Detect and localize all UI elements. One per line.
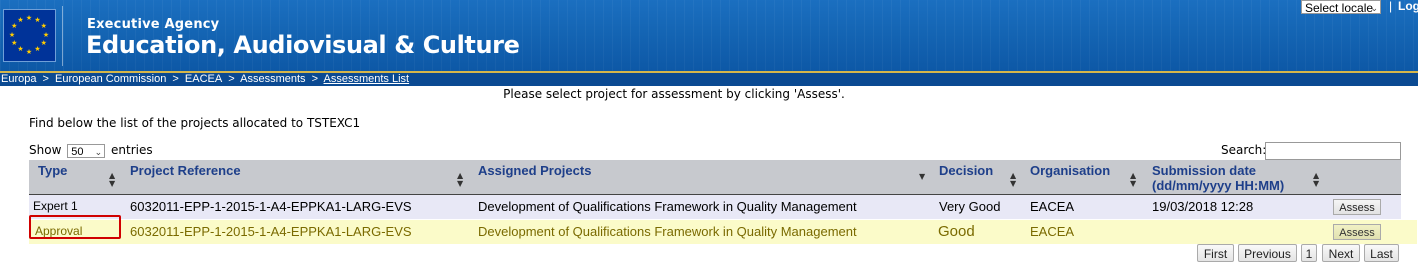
entries-label: entries bbox=[111, 143, 153, 157]
breadcrumb-bar: Europa > European Commission > EACEA > A… bbox=[0, 71, 1418, 86]
assess-button[interactable]: Assess bbox=[1333, 199, 1381, 215]
show-label: Show bbox=[29, 143, 62, 157]
cell-assigned-project: Development of Qualifications Framework … bbox=[478, 199, 857, 214]
assess-button[interactable]: Assess bbox=[1333, 224, 1381, 240]
sort-icon: ▲ ▼ bbox=[1313, 171, 1320, 188]
instruction-text: Please select project for assessment by … bbox=[503, 87, 845, 101]
cell-organisation: EACEA bbox=[1030, 199, 1075, 214]
cell-type: Expert 1 bbox=[33, 199, 78, 213]
sort-icon: ▲ ▼ bbox=[1010, 171, 1017, 188]
breadcrumb-item-eacea[interactable]: EACEA bbox=[185, 73, 222, 85]
search-label: Search: bbox=[1221, 143, 1267, 157]
breadcrumb: Europa > European Commission > EACEA > A… bbox=[1, 73, 409, 86]
locale-select[interactable]: Select locale ⌄ bbox=[1301, 0, 1381, 15]
star-icon: ★ bbox=[25, 13, 33, 22]
cell-project-reference: 6032011-EPP-1-2015-1-A4-EPPKA1-LARG-EVS bbox=[130, 224, 412, 239]
star-icon: ★ bbox=[40, 22, 47, 30]
chevron-down-icon: ⌄ bbox=[94, 146, 103, 157]
column-header-type[interactable]: Type bbox=[38, 163, 67, 178]
header-divider bbox=[62, 6, 63, 66]
pagination-previous-button[interactable]: Previous bbox=[1238, 244, 1297, 262]
breadcrumb-separator: > bbox=[42, 73, 49, 85]
search-input[interactable] bbox=[1265, 142, 1401, 160]
sort-desc-icon: ▼ bbox=[919, 172, 926, 181]
column-header-project-reference[interactable]: Project Reference bbox=[130, 163, 241, 178]
cell-decision: Very Good bbox=[939, 199, 1001, 214]
chevron-down-icon: ⌄ bbox=[1370, 3, 1378, 13]
logout-link[interactable]: Log bbox=[1398, 0, 1418, 13]
submission-date-format: (dd/mm/yyyy HH:MM) bbox=[1152, 178, 1285, 193]
column-header-assigned-projects[interactable]: Assigned Projects bbox=[478, 163, 591, 178]
table-length-control: Show 50 ⌄ entries bbox=[29, 143, 153, 158]
allocation-text: Find below the list of the projects allo… bbox=[29, 116, 361, 130]
breadcrumb-separator: > bbox=[172, 73, 179, 85]
site-header: ★ ★ ★ ★ ★ ★ ★ ★ ★ ★ ★ ★ Executive Agency Education,… bbox=[0, 0, 1418, 71]
agency-subtitle: Executive Agency bbox=[87, 17, 220, 32]
agency-title: Education, Audiovisual & Culture bbox=[86, 31, 520, 59]
breadcrumb-item-europa[interactable]: Europa bbox=[1, 73, 36, 85]
star-icon: ★ bbox=[17, 45, 24, 54]
star-icon: ★ bbox=[11, 22, 18, 30]
pagination-page-1[interactable]: 1 bbox=[1301, 244, 1317, 262]
locale-select-value: Select locale bbox=[1305, 1, 1374, 15]
cell-project-reference: 6032011-EPP-1-2015-1-A4-EPPKA1-LARG-EVS bbox=[130, 199, 412, 214]
cell-submission-date: 19/03/2018 12:28 bbox=[1152, 199, 1254, 214]
pagination-next-button[interactable]: Next bbox=[1322, 244, 1360, 262]
column-header-submission-date[interactable]: Submission date (dd/mm/yyyy HH:MM) bbox=[1152, 163, 1284, 193]
column-header-decision[interactable]: Decision bbox=[939, 163, 993, 178]
breadcrumb-separator: > bbox=[311, 73, 319, 85]
breadcrumb-item-european-commission[interactable]: European Commission bbox=[55, 73, 166, 85]
star-icon: ★ bbox=[25, 47, 33, 56]
star-icon: ★ bbox=[17, 15, 24, 24]
pagination-last-button[interactable]: Last bbox=[1364, 244, 1399, 262]
breadcrumb-separator: > bbox=[228, 73, 235, 85]
breadcrumb-item-assessments[interactable]: Assessments bbox=[240, 73, 305, 85]
entries-select-value: 50 bbox=[71, 145, 84, 158]
cell-organisation: EACEA bbox=[1030, 224, 1075, 239]
sort-icon: ▲ ▼ bbox=[1130, 171, 1137, 188]
submission-date-label: Submission date bbox=[1152, 163, 1257, 178]
star-icon: ★ bbox=[8, 30, 16, 39]
star-icon: ★ bbox=[11, 39, 18, 47]
star-icon: ★ bbox=[34, 45, 41, 54]
sort-icon: ▲ ▼ bbox=[457, 171, 464, 188]
eu-flag-logo: ★ ★ ★ ★ ★ ★ ★ ★ ★ ★ ★ ★ bbox=[3, 9, 56, 62]
star-icon: ★ bbox=[40, 39, 47, 47]
pagination-first-button[interactable]: First bbox=[1197, 244, 1234, 262]
sort-icon: ▲ ▼ bbox=[109, 171, 116, 188]
table-row-highlighted: Approval 6032011-EPP-1-2015-1-A4-EPPKA1-… bbox=[29, 220, 1417, 244]
type-highlight-box bbox=[29, 215, 121, 239]
table-header: Type ▲ ▼ Project Reference ▲ ▼ Assigned Pr… bbox=[29, 160, 1401, 195]
table-row: Expert 1 6032011-EPP-1-2015-1-A4-EPPKA1-… bbox=[29, 195, 1401, 219]
cell-assigned-project: Development of Qualifications Framework … bbox=[478, 224, 857, 239]
star-icon: ★ bbox=[42, 30, 50, 39]
entries-select[interactable]: 50 ⌄ bbox=[67, 143, 106, 158]
breadcrumb-item-assessments-list[interactable]: Assessments List bbox=[324, 73, 410, 85]
header-separator: | bbox=[1389, 0, 1393, 13]
cell-decision: Good bbox=[938, 223, 975, 240]
column-header-organisation[interactable]: Organisation bbox=[1030, 163, 1110, 178]
